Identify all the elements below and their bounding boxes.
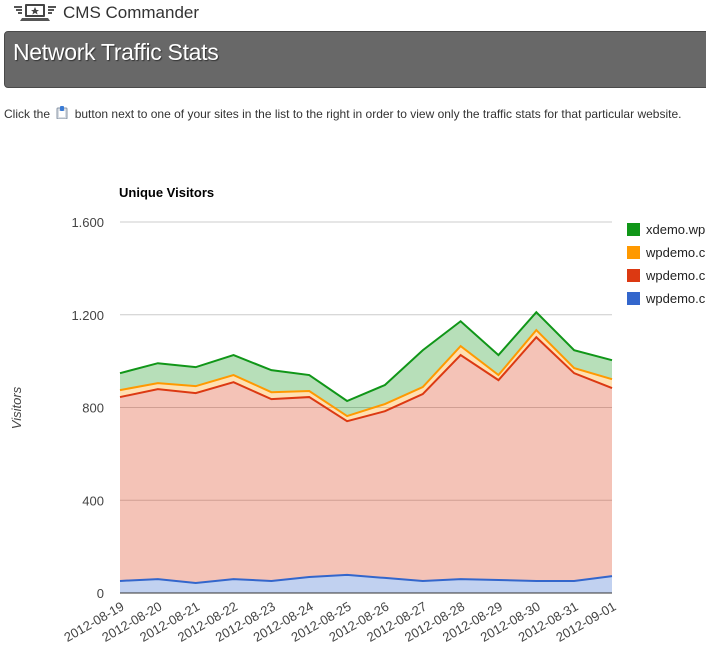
legend-label: wpdemo.c	[645, 291, 706, 306]
page-title: Network Traffic Stats	[13, 39, 219, 65]
y-tick-label: 400	[82, 493, 104, 508]
legend: xdemo.wp wpdemo.c wpdemo.c wpdemo.c	[627, 222, 706, 306]
legend-item[interactable]: xdemo.wp	[627, 222, 705, 237]
y-tick-label: 0	[97, 586, 104, 601]
legend-swatch	[627, 292, 640, 305]
y-tick-label: 800	[82, 401, 104, 416]
legend-item[interactable]: wpdemo.c	[627, 245, 706, 260]
y-tick-label: 1.200	[71, 308, 104, 323]
y-tick-label: 1.600	[71, 215, 104, 230]
legend-swatch	[627, 246, 640, 259]
y-tick-labels: 0 400 800 1.200 1.600	[71, 215, 104, 601]
instructions-before: Click the	[4, 107, 51, 121]
brand-name[interactable]: CMS Commander	[63, 3, 199, 23]
chart-title: Unique Visitors	[119, 185, 214, 200]
legend-item[interactable]: wpdemo.c	[627, 268, 706, 283]
legend-label: xdemo.wp	[646, 222, 705, 237]
page-header: Network Traffic Stats	[4, 31, 706, 88]
legend-label: wpdemo.c	[645, 268, 706, 283]
legend-swatch	[627, 269, 640, 282]
legend-label: wpdemo.c	[645, 245, 706, 260]
instructions-after: button next to one of your sites in the …	[74, 107, 682, 121]
x-tick-labels: 2012-08-192012-08-202012-08-212012-08-22…	[61, 599, 618, 645]
legend-item[interactable]: wpdemo.c	[627, 291, 706, 306]
area-series	[120, 312, 612, 593]
top-bar: CMS Commander	[0, 0, 706, 26]
instructions-text: Click the button next to one of your sit…	[4, 106, 681, 121]
star-laptop-logo-icon	[14, 4, 56, 21]
y-axis-label: Visitors	[9, 386, 24, 429]
site-stats-button-icon	[56, 106, 68, 120]
legend-swatch	[627, 223, 640, 236]
unique-visitors-chart: 0 400 800 1.200 1.600 2012-08-192012-08-2020…	[9, 185, 706, 645]
